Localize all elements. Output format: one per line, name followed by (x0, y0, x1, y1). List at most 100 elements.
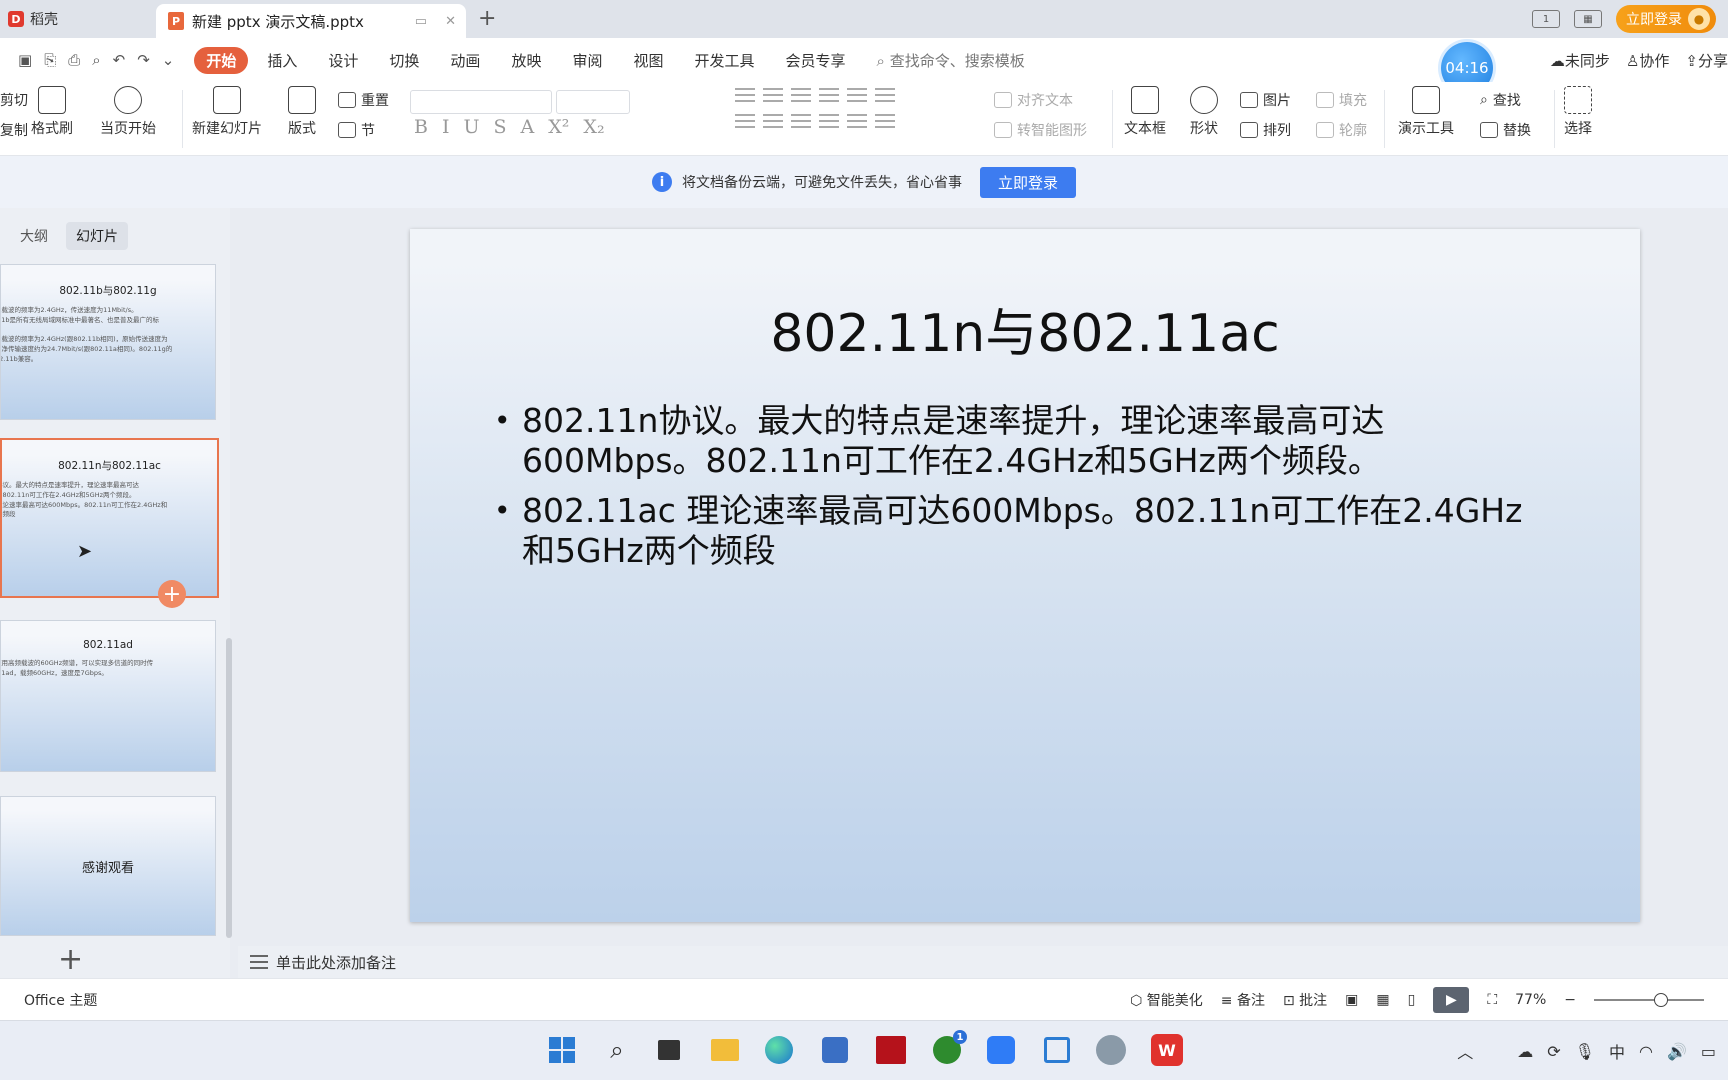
distribute-icon[interactable] (847, 114, 867, 130)
italic-icon[interactable]: I (442, 116, 450, 138)
slide-thumbnail[interactable]: 802.11b与802.11g 其载波的频率为2.4GHz，传送速度为11Mbi… (0, 264, 216, 420)
replace-button[interactable]: 替换 (1480, 120, 1531, 140)
comments-button[interactable]: ⊡ 批注 (1283, 990, 1327, 1010)
game-app-icon[interactable] (874, 1033, 908, 1067)
menu-insert[interactable]: 插入 (267, 50, 297, 71)
play-from-current-button[interactable]: 当页开始 (100, 86, 156, 138)
print-preview-icon[interactable]: ⌕ (92, 51, 100, 69)
share-button[interactable]: ⇪分享 (1685, 50, 1728, 71)
slide-canvas[interactable]: 802.11n与802.11ac 802.11n协议。最大的特点是速率提升，理论… (410, 229, 1640, 922)
menu-view[interactable]: 视图 (633, 50, 663, 71)
search-icon[interactable]: ⌕ (600, 1033, 634, 1067)
print-icon[interactable]: ⎙ (68, 51, 80, 69)
snipping-tool-icon[interactable] (1040, 1033, 1074, 1067)
reset-button[interactable]: 重置 (338, 90, 389, 110)
smart-beautify-button[interactable]: ⬡ 智能美化 (1130, 990, 1203, 1010)
picture-button[interactable]: 图片 (1240, 90, 1291, 110)
menu-home[interactable]: 开始 (194, 46, 249, 74)
chevron-up-icon[interactable]: ︿ (1457, 1039, 1473, 1063)
font-family-select[interactable] (410, 90, 552, 114)
arrange-button[interactable]: 排列 (1240, 120, 1291, 140)
slide-bullet-list[interactable]: 802.11n协议。最大的特点是速率提升，理论速率最高可达600Mbps。802… (494, 401, 1554, 581)
zoom-level[interactable]: 77% (1515, 992, 1546, 1008)
xbox-icon[interactable]: 1 (930, 1030, 967, 1067)
task-view-icon[interactable] (652, 1033, 686, 1067)
panel-scrollbar[interactable] (226, 638, 232, 938)
insert-slide-icon[interactable]: + (158, 580, 186, 608)
onedrive-icon[interactable]: ☁ (1517, 1042, 1533, 1061)
apps-grid-icon[interactable]: ▦ (1574, 10, 1602, 28)
line-spacing-icon[interactable] (875, 114, 895, 130)
zoom-slider[interactable] (1594, 993, 1704, 1007)
zoom-slider-handle[interactable] (1654, 993, 1668, 1007)
layout-button[interactable]: 版式 (288, 86, 316, 138)
bullets-icon[interactable] (735, 88, 755, 104)
add-slide-icon[interactable]: + (58, 942, 83, 977)
new-tab-icon[interactable]: + (478, 6, 496, 31)
collaborate-button[interactable]: ♙协作 (1626, 50, 1669, 71)
format-painter-button[interactable]: 格式刷 (31, 86, 73, 138)
menu-design[interactable]: 设计 (328, 50, 358, 71)
customize-dropdown-icon[interactable]: ⌄ (162, 51, 175, 69)
slideshow-play-button[interactable]: ▶ (1433, 987, 1470, 1013)
file-explorer-icon[interactable] (708, 1033, 742, 1067)
section-button[interactable]: 节 (338, 120, 375, 140)
menu-slideshow[interactable]: 放映 (511, 50, 541, 71)
align-left-icon[interactable] (735, 114, 755, 130)
outline-button[interactable]: 轮廓 (1316, 120, 1367, 140)
decrease-indent-icon[interactable] (791, 88, 811, 104)
zoom-out-icon[interactable]: − (1564, 992, 1576, 1008)
window-layout-icon[interactable]: 1 (1532, 10, 1560, 28)
align-right-icon[interactable] (791, 114, 811, 130)
fit-window-icon[interactable]: ⛶ (1487, 992, 1497, 1008)
menu-animations[interactable]: 动画 (450, 50, 480, 71)
sorter-view-icon[interactable]: ▦ (1376, 992, 1389, 1008)
justify-icon[interactable] (819, 114, 839, 130)
slide-bullet[interactable]: 802.11ac 理论速率最高可达600Mbps。802.11n可工作在2.4G… (494, 491, 1554, 571)
windows-start-icon[interactable] (545, 1033, 579, 1067)
font-size-select[interactable] (556, 90, 630, 114)
edge-browser-icon[interactable] (762, 1033, 796, 1067)
menu-developer[interactable]: 开发工具 (694, 50, 754, 71)
find-button[interactable]: ⌕ 查找 (1480, 90, 1521, 110)
align-center-icon[interactable] (763, 114, 783, 130)
superscript-icon[interactable]: X² (548, 116, 569, 138)
new-slide-button[interactable]: 新建幻灯片 (192, 86, 262, 138)
feishu-icon[interactable] (984, 1033, 1018, 1067)
font-color-icon[interactable]: A (521, 116, 535, 138)
select-button[interactable]: 选择 (1564, 86, 1592, 138)
fill-button[interactable]: 填充 (1316, 90, 1367, 110)
notes-bar[interactable]: 单击此处添加备注 (238, 946, 1728, 978)
tab-home[interactable]: D 稻壳 (0, 0, 154, 38)
reading-view-icon[interactable]: ▯ (1408, 992, 1416, 1008)
wps-office-icon[interactable]: W (1150, 1033, 1184, 1067)
wifi-icon[interactable]: ◠ (1639, 1042, 1653, 1061)
underline-icon[interactable]: U (463, 116, 479, 138)
presentation-tools-button[interactable]: 演示工具 (1398, 86, 1454, 138)
tab-pin-icon[interactable]: ▭ (415, 14, 427, 29)
shape-button[interactable]: 形状 (1190, 86, 1218, 138)
undo-icon[interactable]: ↶ (113, 51, 126, 69)
textbox-button[interactable]: 文本框 (1124, 86, 1166, 138)
menu-review[interactable]: 审阅 (572, 50, 602, 71)
slide-thumbnail-selected[interactable]: 802.11n与802.11ac 协议。最大的特点是速率提升，理论速率最高可达 … (0, 438, 219, 598)
text-direction-icon[interactable] (847, 88, 867, 104)
theme-name[interactable]: Office 主题 (24, 990, 97, 1010)
tab-document[interactable]: P 新建 pptx 演示文稿.pptx ▭ ✕ (156, 4, 466, 38)
slide-title[interactable]: 802.11n与802.11ac (410, 291, 1640, 366)
strikethrough-icon[interactable]: S (494, 116, 507, 138)
store-icon[interactable] (818, 1033, 852, 1067)
notice-login-button[interactable]: 立即登录 (979, 166, 1076, 198)
align-text-button[interactable]: 对齐文本 (994, 90, 1073, 110)
smart-art-button[interactable]: 转智能图形 (994, 120, 1087, 140)
slide-bullet[interactable]: 802.11n协议。最大的特点是速率提升，理论速率最高可达600Mbps。802… (494, 401, 1554, 481)
battery-icon[interactable]: ▭ (1701, 1042, 1716, 1061)
save-icon[interactable]: ▣ (18, 51, 32, 69)
volume-icon[interactable]: 🔊 (1667, 1042, 1687, 1061)
slide-thumbnail[interactable]: 802.11ad 使用高频载波的60GHz频谱，可以实现多信道的同时传 .11a… (0, 620, 216, 772)
tab-outline[interactable]: 大纲 (10, 222, 58, 250)
increase-indent-icon[interactable] (819, 88, 839, 104)
input-method-indicator[interactable]: 中 (1609, 1039, 1625, 1063)
tab-close-icon[interactable]: ✕ (445, 14, 456, 29)
subscript-icon[interactable]: X₂ (583, 116, 604, 138)
